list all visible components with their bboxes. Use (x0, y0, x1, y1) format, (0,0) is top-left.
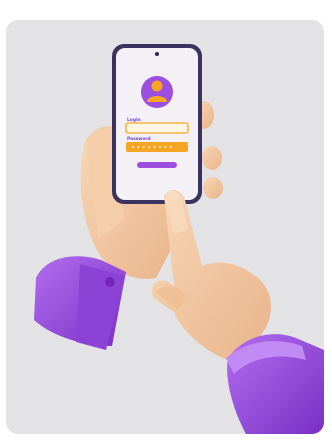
login-field (125, 122, 189, 134)
illustration-card: Login Password • • • • • • • • (6, 20, 324, 434)
right-hand (151, 190, 272, 360)
right-sleeve (226, 334, 324, 434)
hands-phone-illustration: Login Password • • • • • • • • (34, 44, 324, 434)
left-sleeve (34, 256, 126, 350)
user-avatar-icon (141, 76, 173, 108)
password-label: Password (127, 136, 151, 142)
password-mask: • • • • • • • • (131, 145, 173, 152)
login-label: Login (127, 117, 141, 123)
phone: Login Password • • • • • • • • (112, 44, 202, 204)
phone-login-button (137, 162, 177, 168)
